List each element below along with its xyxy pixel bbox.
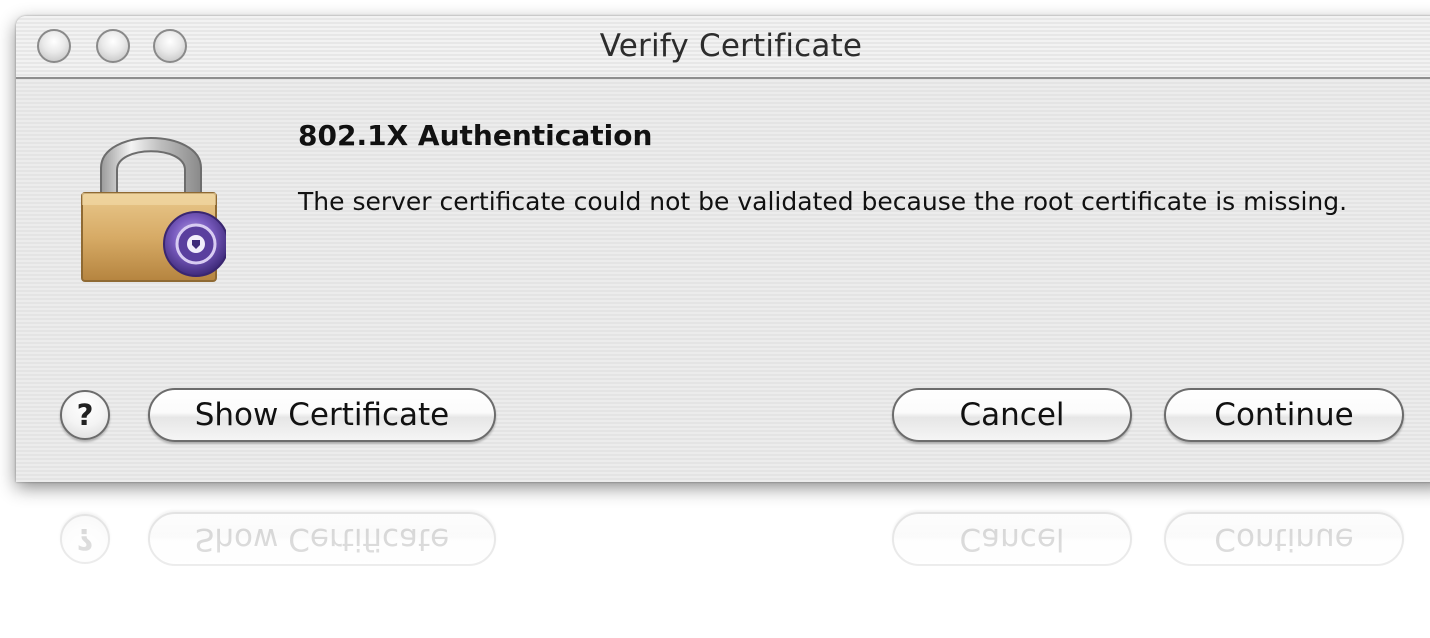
- continue-label: Continue: [1214, 397, 1354, 433]
- help-label: ?: [76, 398, 94, 432]
- dialog-heading: 802.1X Authentication: [298, 119, 653, 152]
- window-title: Verify Certificate: [599, 28, 863, 64]
- show-certificate-reflection: Show Certificate: [148, 512, 496, 566]
- continue-button[interactable]: Continue: [1164, 388, 1404, 442]
- continue-reflection: Continue: [1164, 512, 1404, 566]
- window-reflection: ? Show Certificate Cancel Continue: [16, 482, 1430, 638]
- help-button-reflection: ?: [60, 514, 110, 564]
- cancel-reflection-label: Cancel: [959, 521, 1065, 557]
- padlock-certificate-icon: [81, 137, 226, 282]
- title-bar[interactable]: Verify Certificate: [16, 16, 1430, 79]
- dialog-message: The server certificate could not be vali…: [298, 187, 1348, 216]
- cancel-button[interactable]: Cancel: [892, 388, 1132, 442]
- cancel-reflection: Cancel: [892, 512, 1132, 566]
- show-certificate-button[interactable]: Show Certificate: [148, 388, 496, 442]
- show-certificate-reflection-label: Show Certificate: [194, 521, 450, 557]
- screen: Verify Certificate 802.1X Authentication…: [0, 0, 1430, 638]
- help-button[interactable]: ?: [60, 390, 110, 440]
- show-certificate-label: Show Certificate: [194, 397, 450, 433]
- reflection-content: ? Show Certificate Cancel Continue: [16, 482, 1430, 638]
- help-label-reflection: ?: [76, 522, 94, 556]
- cancel-label: Cancel: [959, 397, 1065, 433]
- verify-certificate-dialog: Verify Certificate 802.1X Authentication…: [16, 16, 1430, 482]
- continue-reflection-label: Continue: [1214, 521, 1354, 557]
